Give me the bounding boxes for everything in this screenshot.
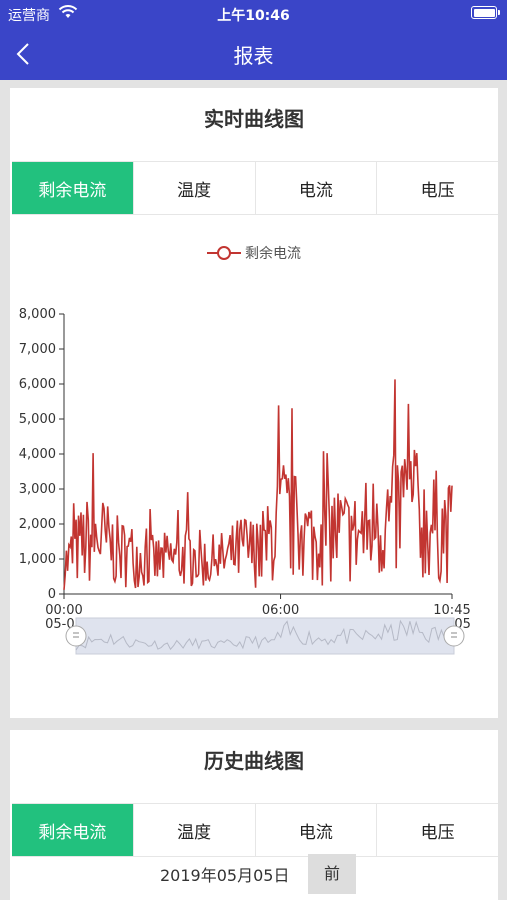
status-bar: 运营商 上午10:46	[0, 0, 507, 28]
previous-date-button[interactable]: 前	[308, 854, 356, 894]
zoom-handle-right[interactable]	[443, 625, 465, 647]
y-tick-label: 0	[48, 587, 56, 602]
legend-label: 剩余电流	[245, 246, 301, 262]
data-zoom-track	[75, 617, 455, 655]
tab-voltage[interactable]: 电压	[377, 804, 498, 856]
tab-current[interactable]: 电流	[255, 804, 378, 856]
y-tick-label: 3,000	[19, 482, 56, 497]
y-tick-label: 4,000	[19, 447, 56, 462]
zoom-handle-left[interactable]	[65, 625, 87, 647]
status-time: 上午10:46	[217, 8, 290, 24]
realtime-card-title: 实时曲线图	[204, 107, 304, 131]
tab-residual-current[interactable]: 剩余电流	[12, 162, 134, 214]
tab-voltage[interactable]: 电压	[377, 162, 498, 214]
history-chart-card: 历史曲线图 剩余电流 温度 电流 电压 2019年05月05日 前	[10, 730, 498, 900]
y-tick-label: 8,000	[19, 307, 56, 322]
tab-temperature[interactable]: 温度	[133, 804, 256, 856]
line-chart[interactable]: 0 1,000 2,000 3,000 4,000 5,000 6,000 7,000 8,00…	[10, 298, 498, 668]
battery-icon	[471, 6, 500, 19]
x-tick-label: 00:00	[45, 603, 82, 618]
chart-legend[interactable]: 剩余电流	[10, 243, 498, 263]
page-title: 报表	[233, 44, 274, 68]
y-tick-label: 2,000	[19, 517, 56, 532]
y-tick-label: 7,000	[19, 342, 56, 357]
y-tick-label: 1,000	[19, 552, 56, 567]
series-line-residual-current	[63, 379, 453, 590]
history-card-title: 历史曲线图	[204, 749, 304, 773]
realtime-tabs: 剩余电流 温度 电流 电压	[12, 161, 498, 215]
x-tick-label: 06:00	[262, 603, 299, 618]
realtime-chart-card: 实时曲线图 剩余电流 温度 电流 电压 剩余电流 0 1,000 2,000 3,00…	[10, 88, 498, 718]
x-tick-label: 10:45	[433, 603, 470, 618]
nav-bar: 报表	[0, 28, 507, 80]
legend-line-marker-icon	[207, 246, 241, 260]
tab-residual-current[interactable]: 剩余电流	[12, 804, 134, 856]
tab-temperature[interactable]: 温度	[133, 162, 256, 214]
history-date-label: 2019年05月05日	[160, 866, 290, 885]
history-tabs: 剩余电流 温度 电流 电压	[12, 803, 498, 857]
y-tick-label: 6,000	[19, 377, 56, 392]
y-tick-label: 5,000	[19, 412, 56, 427]
tab-current[interactable]: 电流	[255, 162, 378, 214]
